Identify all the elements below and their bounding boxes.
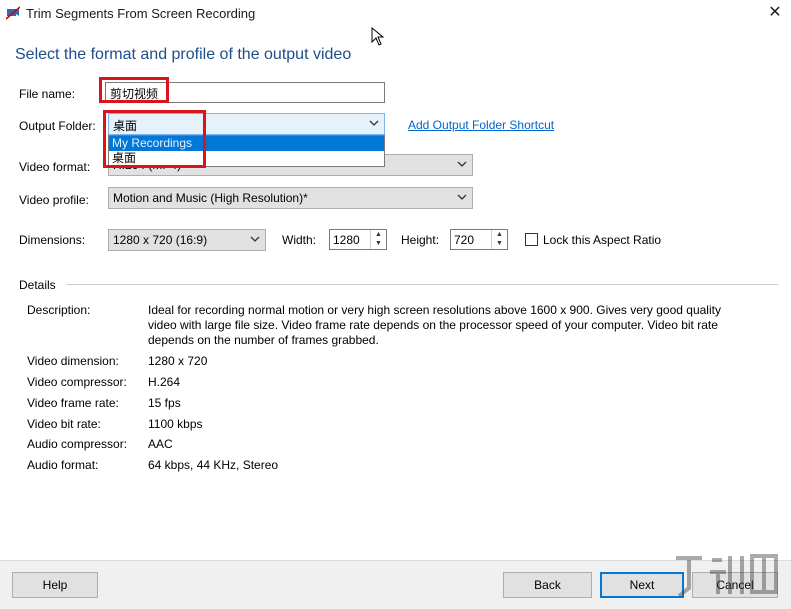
detail-value-video-dimension: 1280 x 720: [148, 354, 208, 368]
detail-label-video-dimension: Video dimension:: [27, 354, 119, 368]
details-divider: [66, 284, 778, 285]
file-name-label: File name:: [19, 87, 76, 101]
stepper-buttons: ▲ ▼: [370, 230, 386, 249]
chevron-down-icon: [457, 161, 467, 167]
detail-label-video-frame-rate: Video frame rate:: [27, 396, 119, 410]
stepper-up-icon[interactable]: ▲: [371, 230, 386, 239]
detail-value-video-frame-rate: 15 fps: [148, 396, 181, 410]
cursor-icon: [371, 27, 385, 46]
detail-value-video-bit-rate: 1100 kbps: [148, 417, 203, 431]
stepper-up-icon[interactable]: ▲: [492, 230, 507, 239]
stepper-buttons: ▲ ▼: [491, 230, 507, 249]
chevron-down-icon: [369, 120, 379, 126]
detail-label-description: Description:: [27, 303, 91, 317]
dimensions-label: Dimensions:: [19, 233, 86, 247]
stepper-down-icon[interactable]: ▼: [492, 239, 507, 248]
lock-aspect-label: Lock this Aspect Ratio: [543, 233, 662, 247]
width-label: Width:: [282, 233, 317, 247]
back-button[interactable]: Back: [503, 572, 592, 598]
watermark-logo: [676, 554, 778, 598]
video-format-label: Video format:: [19, 160, 91, 174]
page-heading: Select the format and profile of the out…: [15, 46, 352, 63]
detail-label-audio-compressor: Audio compressor:: [27, 437, 128, 451]
dimensions-select[interactable]: 1280 x 720 (16:9): [108, 229, 266, 251]
width-stepper[interactable]: 1280 ▲ ▼: [329, 229, 387, 250]
video-profile-select[interactable]: Motion and Music (High Resolution)*: [108, 187, 473, 209]
title-bar: Trim Segments From Screen Recording ✕: [0, 0, 791, 28]
height-label: Height:: [401, 233, 440, 247]
height-value: 720: [454, 233, 475, 247]
window-title: Trim Segments From Screen Recording: [26, 6, 256, 21]
app-icon: [6, 6, 20, 20]
details-section-label: Details: [19, 278, 56, 292]
chevron-down-icon: [250, 236, 260, 242]
detail-value-video-compressor: H.264: [148, 375, 181, 389]
detail-label-video-bit-rate: Video bit rate:: [27, 417, 101, 431]
help-button[interactable]: Help: [12, 572, 98, 598]
detail-value-audio-compressor: AAC: [148, 437, 173, 451]
detail-value-description: Ideal for recording normal motion or ver…: [148, 303, 721, 347]
stepper-down-icon[interactable]: ▼: [371, 239, 386, 248]
video-profile-value: Motion and Music (High Resolution)*: [113, 191, 308, 205]
detail-value-audio-format: 64 kbps, 44 KHz, Stereo: [148, 458, 279, 472]
video-profile-label: Video profile:: [19, 193, 89, 207]
highlight-box-output-folder: [103, 110, 206, 168]
add-output-folder-shortcut-link[interactable]: Add Output Folder Shortcut: [408, 118, 554, 132]
width-value: 1280: [333, 233, 360, 247]
detail-label-video-compressor: Video compressor:: [27, 375, 127, 389]
output-folder-label: Output Folder:: [19, 119, 96, 133]
chevron-down-icon: [457, 194, 467, 200]
detail-label-audio-format: Audio format:: [27, 458, 99, 472]
close-icon[interactable]: ✕: [766, 4, 784, 22]
lock-aspect-checkbox[interactable]: [525, 233, 538, 246]
dimensions-value: 1280 x 720 (16:9): [113, 233, 208, 247]
height-stepper[interactable]: 720 ▲ ▼: [450, 229, 508, 250]
highlight-box-file-name: [99, 77, 169, 103]
